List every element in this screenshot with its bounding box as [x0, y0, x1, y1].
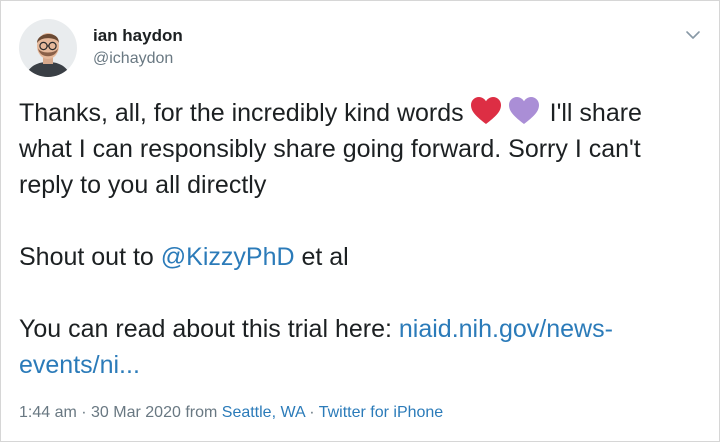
tweet-card: ian haydon @ichaydon Thanks, all, for th… — [0, 0, 720, 442]
url-link[interactable]: niaid.nih.gov/news- — [399, 315, 613, 343]
tweet-line: events/ni... — [19, 347, 709, 383]
tweet-line: reply to you all directly — [19, 171, 267, 199]
chevron-down-icon[interactable] — [683, 25, 703, 45]
read-prefix: You can read about this trial here: — [19, 315, 399, 343]
tweet-line-text: Thanks, all, for the incredibly kind wor… — [19, 99, 464, 127]
location-link[interactable]: Seattle, WA — [222, 404, 305, 421]
purple-heart-icon — [508, 96, 540, 126]
shout-suffix: et al — [294, 243, 349, 271]
tweet-line: Shout out to @KizzyPhD et al — [19, 239, 709, 275]
mention-link[interactable]: @KizzyPhD — [161, 243, 295, 271]
tweet-date[interactable]: 30 Mar 2020 — [91, 404, 181, 421]
tweet-text: Thanks, all, for the incredibly kind wor… — [19, 95, 709, 383]
tweet-meta: 1:44 am · 30 Mar 2020 from Seattle, WA ·… — [19, 404, 443, 422]
url-link-continued[interactable]: events/ni... — [19, 351, 140, 379]
author-handle[interactable]: @ichaydon — [93, 50, 173, 68]
avatar[interactable] — [19, 19, 77, 77]
red-heart-icon — [470, 96, 502, 126]
tweet-line-text: I'll share — [549, 99, 642, 127]
source-link[interactable]: Twitter for iPhone — [319, 404, 444, 421]
tweet-line: what I can responsibly share going forwa… — [19, 135, 641, 163]
author-name[interactable]: ian haydon — [93, 26, 183, 46]
shout-prefix: Shout out to — [19, 243, 161, 271]
tweet-line: You can read about this trial here: niai… — [19, 311, 709, 347]
from-label: from — [180, 404, 222, 421]
separator: · — [304, 404, 319, 421]
tweet-line: Thanks, all, for the incredibly kind wor… — [19, 95, 709, 131]
user-avatar-icon — [19, 19, 77, 77]
separator: · — [76, 404, 92, 421]
tweet-time[interactable]: 1:44 am — [19, 404, 77, 421]
